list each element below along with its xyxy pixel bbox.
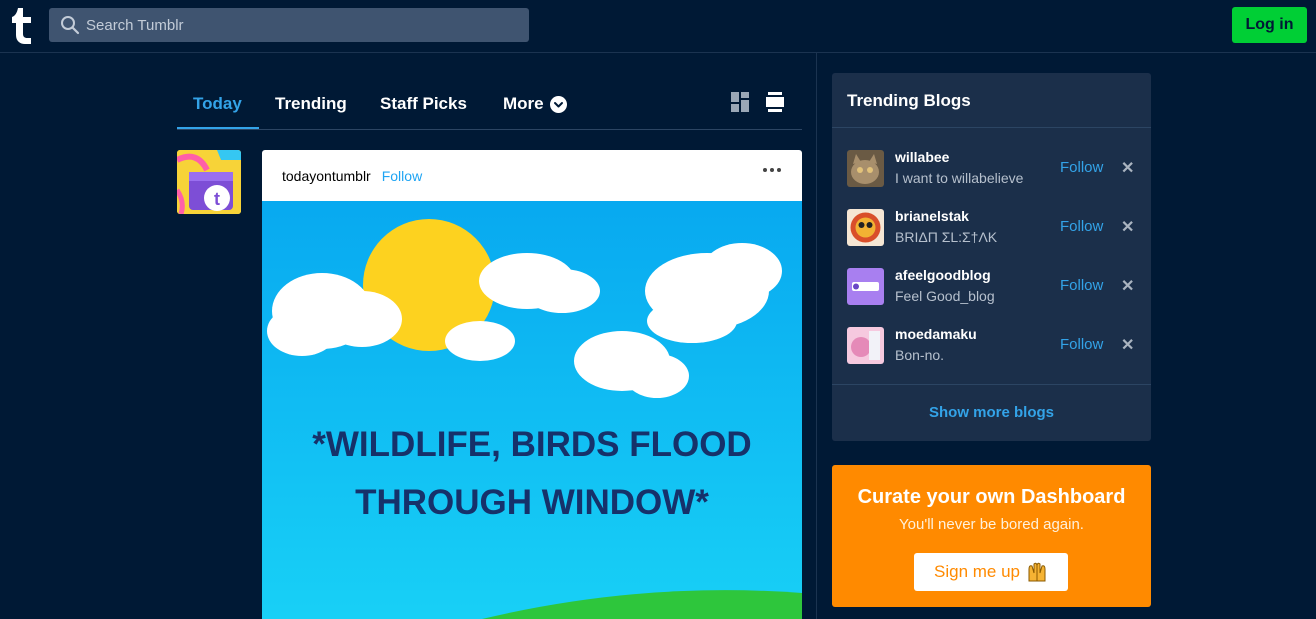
search-bar[interactable] [49,8,529,42]
post-image-headline-1: *WILDLIFE, BIRDS FLOOD [312,425,751,464]
sign-me-up-button[interactable]: Sign me up [914,553,1068,591]
tab-more[interactable]: More [503,94,567,114]
list-view-icon[interactable] [766,92,784,112]
tumblr-logo-icon[interactable] [11,8,35,44]
blog-avatar[interactable] [847,209,884,246]
more-options-icon[interactable] [762,167,782,173]
calendar-avatar-icon: t [177,150,241,214]
follow-button[interactable]: Follow [1060,277,1103,294]
trending-divider-bottom [832,384,1151,385]
show-more-blogs-link[interactable]: Show more blogs [832,404,1151,421]
blog-description: Bon-no. [895,347,945,363]
trending-blog-row[interactable]: moedamaku Bon-no. Follow ✕ [847,324,1137,364]
dismiss-icon[interactable]: ✕ [1121,335,1134,355]
blog-description: I want to willabelieve [895,170,1024,186]
curate-title: Curate your own Dashboard [857,486,1126,508]
masonry-view-icon[interactable] [731,92,749,112]
follow-button[interactable]: Follow [1060,336,1103,353]
blog-name[interactable]: brianelstak [895,208,969,224]
blog-description: Feel Good_blog [895,288,995,304]
tab-today[interactable]: Today [193,94,242,114]
tab-staff-picks[interactable]: Staff Picks [380,94,467,114]
follow-button[interactable]: Follow [1060,218,1103,235]
post-card: todayontumblr Follow *WILDLIFE, BIRDS FL… [262,150,802,619]
blog-name[interactable]: afeelgoodblog [895,267,991,283]
active-tab-underline [177,127,259,129]
trending-blog-row[interactable]: willabee I want to willabelieve Follow ✕ [847,147,1137,187]
curate-subtitle: You'll never be bored again. [899,516,1084,533]
feelgood-avatar-icon [847,268,884,305]
blog-name[interactable]: willabee [895,149,949,165]
column-divider [816,53,817,619]
post-follow-button[interactable]: Follow [382,168,422,184]
blog-name[interactable]: moedamaku [895,326,977,342]
blog-avatar[interactable] [847,150,884,187]
login-button[interactable]: Log in [1232,7,1307,43]
cat-avatar-icon [847,150,884,187]
blog-avatar[interactable] [847,268,884,305]
raised-hands-icon [1028,562,1046,582]
chevron-down-icon [549,95,567,113]
post-avatar[interactable]: t [177,150,241,214]
dismiss-icon[interactable]: ✕ [1121,276,1134,296]
post-blog-name[interactable]: todayontumblr [282,168,371,184]
sign-me-up-label: Sign me up [934,562,1020,581]
top-navigation-bar: Log in [0,0,1316,53]
explore-tabs: Today Trending Staff Picks More [177,76,802,130]
trending-divider [832,127,1151,128]
svg-text:t: t [214,189,220,209]
blog-avatar[interactable] [847,327,884,364]
post-image[interactable]: *WILDLIFE, BIRDS FLOOD THROUGH WINDOW* [262,201,802,619]
dismiss-icon[interactable]: ✕ [1121,217,1134,237]
search-input[interactable] [86,16,506,34]
trending-blog-row[interactable]: afeelgoodblog Feel Good_blog Follow ✕ [847,265,1137,305]
anime-avatar-icon [847,327,884,364]
post-image-headline-2: THROUGH WINDOW* [355,483,709,522]
tab-more-label: More [503,94,544,113]
blog-description: BRIΔΠ ΣL:Σ†ΛK [895,229,998,245]
follow-button[interactable]: Follow [1060,159,1103,176]
post-header: todayontumblr Follow [262,150,802,201]
curate-dashboard-card: Curate your own Dashboard You'll never b… [832,465,1151,607]
search-icon [61,16,80,35]
tab-trending[interactable]: Trending [275,94,347,114]
dismiss-icon[interactable]: ✕ [1121,158,1134,178]
trending-blogs-panel: Trending Blogs willabee I want to willab… [832,73,1151,441]
skull-avatar-icon [847,209,884,246]
trending-blog-row[interactable]: brianelstak BRIΔΠ ΣL:Σ†ΛK Follow ✕ [847,206,1137,246]
trending-blogs-title: Trending Blogs [847,91,971,110]
